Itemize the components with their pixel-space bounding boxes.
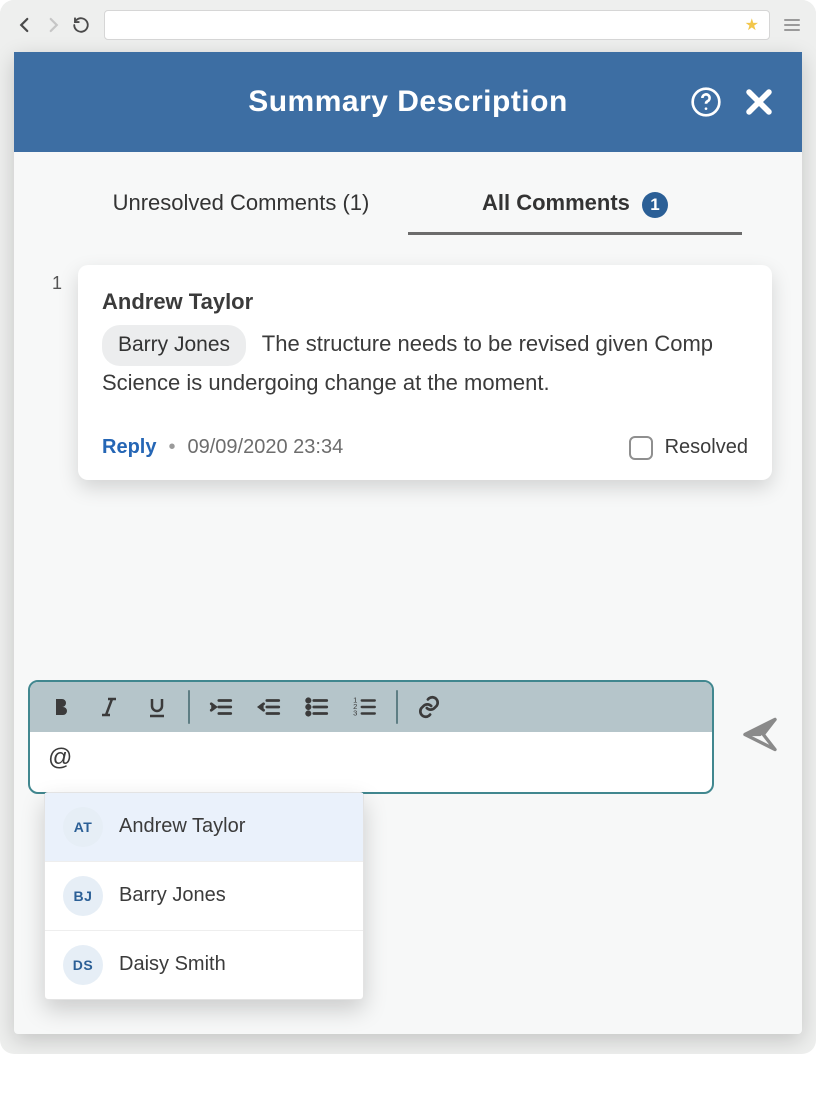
send-button[interactable] <box>740 714 780 759</box>
tab-count: (1) <box>342 190 369 215</box>
mention-option[interactable]: BJ Barry Jones <box>45 861 363 930</box>
comments-list: 1 Andrew Taylor Barry Jones The structur… <box>14 235 802 480</box>
mention-option[interactable]: AT Andrew Taylor <box>45 793 363 861</box>
italic-icon[interactable] <box>92 690 126 724</box>
dialog-header: Summary Description <box>14 52 802 152</box>
comment-timestamp: 09/09/2020 23:34 <box>187 436 343 459</box>
comment-card: Andrew Taylor Barry Jones The structure … <box>78 265 772 480</box>
comment-body: Barry Jones The structure needs to be re… <box>102 325 748 400</box>
bookmark-star-icon[interactable]: ★ <box>745 15 759 35</box>
comment-footer: Reply • 09/09/2020 23:34 Resolved <box>102 436 748 460</box>
tab-unresolved[interactable]: Unresolved Comments (1) <box>74 190 408 235</box>
tab-all-comments[interactable]: All Comments 1 <box>408 190 742 235</box>
avatar-initials: AT <box>63 807 103 847</box>
bullet-list-icon[interactable] <box>300 690 334 724</box>
avatar-initials: DS <box>63 945 103 985</box>
numbered-list-icon[interactable]: 123 <box>348 690 382 724</box>
reload-button[interactable] <box>70 14 92 36</box>
editor-toolbar: 123 <box>30 682 712 732</box>
back-button[interactable] <box>14 14 36 36</box>
toolbar-separator <box>396 690 398 724</box>
indent-decrease-icon[interactable] <box>252 690 286 724</box>
header-actions <box>690 85 776 119</box>
comment-author: Andrew Taylor <box>102 289 748 315</box>
tab-label: All Comments <box>482 190 630 215</box>
mention-pill[interactable]: Barry Jones <box>102 325 246 366</box>
link-icon[interactable] <box>412 690 446 724</box>
tab-count-badge: 1 <box>642 192 668 218</box>
resolved-toggle[interactable]: Resolved <box>629 436 748 460</box>
reply-link[interactable]: Reply <box>102 436 156 459</box>
underline-icon[interactable] <box>140 690 174 724</box>
mention-name: Barry Jones <box>119 884 226 907</box>
close-icon[interactable] <box>742 85 776 119</box>
browser-window: ★ Summary Description Unresolved Comment… <box>0 0 816 1054</box>
help-icon[interactable] <box>690 86 722 118</box>
resolved-checkbox[interactable] <box>629 436 653 460</box>
tab-label: Unresolved Comments <box>113 190 337 215</box>
mention-name: Andrew Taylor <box>119 815 245 838</box>
nav-arrows <box>14 14 92 36</box>
compose-area: 123 @ AT Andrew Taylor BJ Barry Jones <box>28 680 788 794</box>
editor: 123 @ AT Andrew Taylor BJ Barry Jones <box>28 680 714 794</box>
comment-index: 1 <box>44 265 62 480</box>
tabs: Unresolved Comments (1) All Comments 1 <box>14 152 802 235</box>
mention-name: Daisy Smith <box>119 953 226 976</box>
avatar-initials: BJ <box>63 876 103 916</box>
resolved-label: Resolved <box>665 436 748 459</box>
browser-menu-icon[interactable] <box>782 19 802 31</box>
dialog: Summary Description Unresolved Comments … <box>14 52 802 1034</box>
dialog-title: Summary Description <box>248 85 568 119</box>
forward-button[interactable] <box>42 14 64 36</box>
indent-increase-icon[interactable] <box>204 690 238 724</box>
browser-chrome: ★ <box>0 0 816 52</box>
toolbar-separator <box>188 690 190 724</box>
bold-icon[interactable] <box>44 690 78 724</box>
compose-input[interactable]: @ <box>30 732 712 792</box>
comment-row: 1 Andrew Taylor Barry Jones The structur… <box>44 265 772 480</box>
compose-value: @ <box>48 744 72 771</box>
mention-dropdown: AT Andrew Taylor BJ Barry Jones DS Daisy… <box>44 792 364 1000</box>
url-bar[interactable]: ★ <box>104 10 770 40</box>
separator-dot: • <box>168 436 175 459</box>
mention-option[interactable]: DS Daisy Smith <box>45 930 363 999</box>
svg-text:3: 3 <box>353 708 357 717</box>
